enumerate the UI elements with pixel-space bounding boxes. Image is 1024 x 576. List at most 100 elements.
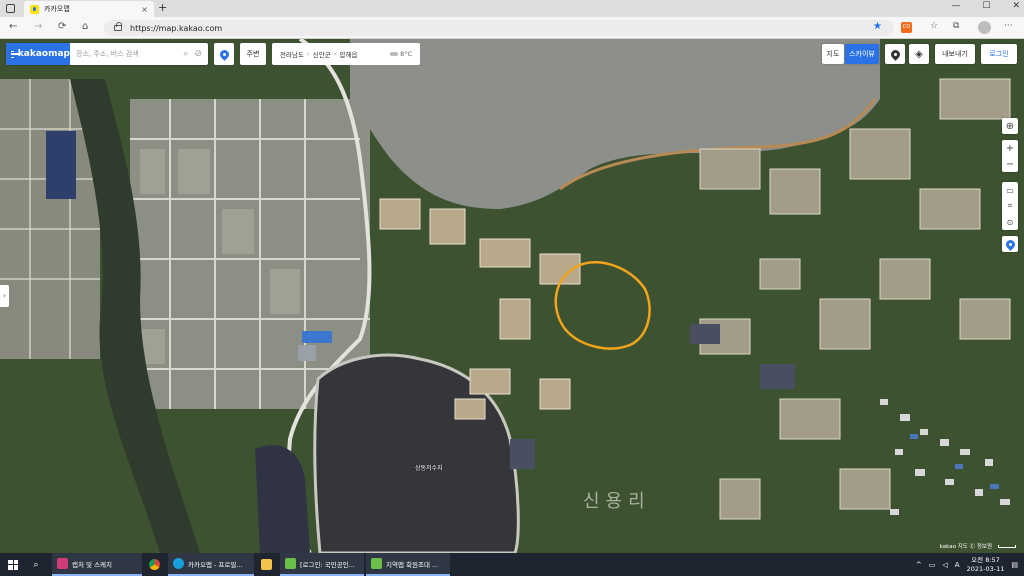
new-tab-button[interactable]: + [158, 1, 167, 14]
favorites-icon[interactable]: ☆ [930, 21, 938, 31]
taskbar-search-icon[interactable]: ⌕ [26, 560, 46, 570]
star-icon[interactable]: ★ [873, 21, 882, 32]
kakaomap-logo[interactable]: kakaomap [6, 43, 70, 65]
zoom-control: + − [1002, 140, 1018, 172]
region-breadcrumb: 전라남도 › 신안군 › 압해읍 8°C [272, 43, 420, 65]
export-button[interactable]: 내보내기 [935, 44, 975, 64]
search-box: kakaomap ⌕ ⊘ [6, 43, 208, 65]
back-button[interactable]: ← [9, 21, 17, 32]
map-view-button[interactable]: 지도 [822, 44, 844, 64]
taskbar-item-label: 캡처 및 스케치 [72, 560, 113, 569]
skyview-button[interactable]: 스카이뷰 [845, 44, 879, 64]
tab-title: 카카오맵 [44, 5, 70, 13]
start-button[interactable] [0, 553, 26, 576]
tab-close-icon[interactable]: × [141, 5, 148, 14]
breadcrumb-county[interactable]: 신안군 [313, 49, 331, 59]
extension-icon[interactable]: CO [901, 22, 912, 33]
menu-icon[interactable] [11, 50, 19, 58]
snip-icon [57, 558, 68, 569]
taskbar-item-label: 지역맵 회원조대 ... [386, 560, 439, 569]
edge-icon [173, 558, 184, 569]
taskbar-snip-sketch[interactable]: 캡처 및 스케치 [52, 553, 142, 576]
marker-control [1002, 236, 1018, 252]
login-button[interactable]: 로그인 [981, 44, 1017, 64]
weather-indicator: 8°C [390, 50, 412, 58]
cloud-icon [390, 52, 399, 56]
chrome-icon [149, 559, 160, 570]
zoom-in-icon[interactable]: + [1002, 140, 1018, 156]
clock-date: 2021-03-11 [966, 564, 1005, 573]
lock-icon [114, 22, 122, 31]
map-copyright: kakao 지도 Ⓒ 정보원 [940, 542, 1016, 550]
profile-icon[interactable] [978, 21, 991, 34]
reload-button[interactable]: ⟳ [58, 21, 66, 32]
breadcrumb-separator-icon: › [306, 50, 310, 58]
clear-icon[interactable]: ⊘ [194, 49, 202, 59]
taskbar-hwp-1[interactable]: [로그인: 국민공인... [280, 553, 364, 576]
forward-button[interactable]: → [34, 21, 42, 32]
url-text: https://map.kakao.com [130, 23, 223, 33]
windows-taskbar: ⌕ 캡처 및 스케치 카카오맵 - 프로필... [로그인: 국민공인... 지… [0, 553, 1024, 576]
home-button[interactable]: ⌂ [82, 21, 88, 32]
tray-chevron-icon[interactable]: ^ [916, 561, 922, 569]
network-icon[interactable]: ▭ [929, 561, 936, 569]
close-window-button[interactable]: ✕ [1012, 1, 1020, 11]
kakaomap-favicon-icon [30, 4, 39, 14]
ime-indicator[interactable]: A [955, 561, 960, 569]
volume-icon[interactable]: ◁ [942, 561, 947, 569]
taskbar-item-label: 카카오맵 - 프로필... [188, 560, 243, 569]
area-icon[interactable]: ⌗ [1002, 198, 1018, 214]
ruler-icon[interactable]: ▭ [1002, 182, 1018, 198]
satellite-imagery [0, 39, 1024, 553]
location-pin-icon [217, 47, 231, 61]
browser-tab-kakaomap[interactable]: 카카오맵 × [24, 1, 154, 17]
marker-pin-icon [1003, 237, 1017, 251]
search-icon[interactable]: ⌕ [183, 49, 188, 59]
breadcrumb-province[interactable]: 전라남도 [280, 49, 304, 59]
tab-actions-icon[interactable] [6, 4, 15, 13]
folder-icon [261, 559, 272, 570]
radius-icon[interactable]: ⊙ [1002, 214, 1018, 230]
address-bar[interactable]: https://map.kakao.com ★ [104, 20, 894, 36]
my-location-icon[interactable]: ⊕ [1002, 118, 1018, 134]
map-canvas[interactable]: kakaomap ⌕ ⊘ 주변 전라남도 › 신안군 › 압해읍 8°C 지도 … [0, 39, 1024, 553]
clock-time: 오전 8:57 [971, 555, 1000, 564]
taskbar-item-label: [로그인: 국민공인... [300, 560, 355, 569]
windows-logo-icon [8, 559, 18, 570]
reservoir-label: 상동저수지 [415, 465, 443, 472]
locate-control: ⊕ [1002, 118, 1018, 134]
hwp-icon [285, 558, 296, 569]
nearby-button[interactable]: 주변 [240, 43, 266, 65]
layers-button[interactable]: ◈ [909, 44, 929, 64]
weather-temp: 8°C [400, 50, 412, 58]
taskbar-explorer[interactable] [256, 553, 278, 576]
browser-tabbar: 카카오맵 × + — ☐ ✕ [0, 0, 1024, 17]
location-pin-button[interactable] [214, 43, 234, 65]
marker-icon[interactable] [1002, 236, 1018, 252]
village-label: 신용리 [583, 491, 651, 512]
minimize-button[interactable]: — [951, 1, 960, 11]
logo-text: kakaomap [17, 49, 70, 59]
roadview-icon [888, 47, 902, 61]
side-panel-expander-icon[interactable]: › [0, 285, 9, 307]
copyright-text: kakao 지도 Ⓒ 정보원 [939, 544, 992, 550]
search-input[interactable] [70, 44, 184, 64]
notification-icon[interactable]: ▤ [1011, 561, 1018, 569]
scale-bar [998, 544, 1016, 548]
clock[interactable]: 오전 8:57 2021-03-11 [967, 556, 1005, 574]
layers-icon: ◈ [915, 48, 923, 60]
more-icon[interactable]: ··· [1004, 21, 1013, 31]
taskbar-hwp-2[interactable]: 지역맵 회원조대 ... [366, 553, 450, 576]
taskbar-chrome[interactable] [144, 553, 166, 576]
roadview-button[interactable] [885, 44, 905, 64]
maximize-button[interactable]: ☐ [982, 1, 990, 11]
breadcrumb-separator-icon: › [333, 50, 337, 58]
system-tray: ^ ▭ ◁ A 오전 8:57 2021-03-11 ▤ [916, 553, 1018, 576]
hwp-icon [371, 558, 382, 569]
collections-icon[interactable]: ⧉ [953, 21, 959, 31]
tool-control: ▭ ⌗ ⊙ [1002, 182, 1018, 230]
browser-toolbar: ← → ⟳ ⌂ https://map.kakao.com ★ CO ☆ ⧉ ·… [0, 17, 1024, 39]
taskbar-edge[interactable]: 카카오맵 - 프로필... [168, 553, 254, 576]
zoom-out-icon[interactable]: − [1002, 156, 1018, 172]
breadcrumb-town[interactable]: 압해읍 [340, 49, 358, 59]
